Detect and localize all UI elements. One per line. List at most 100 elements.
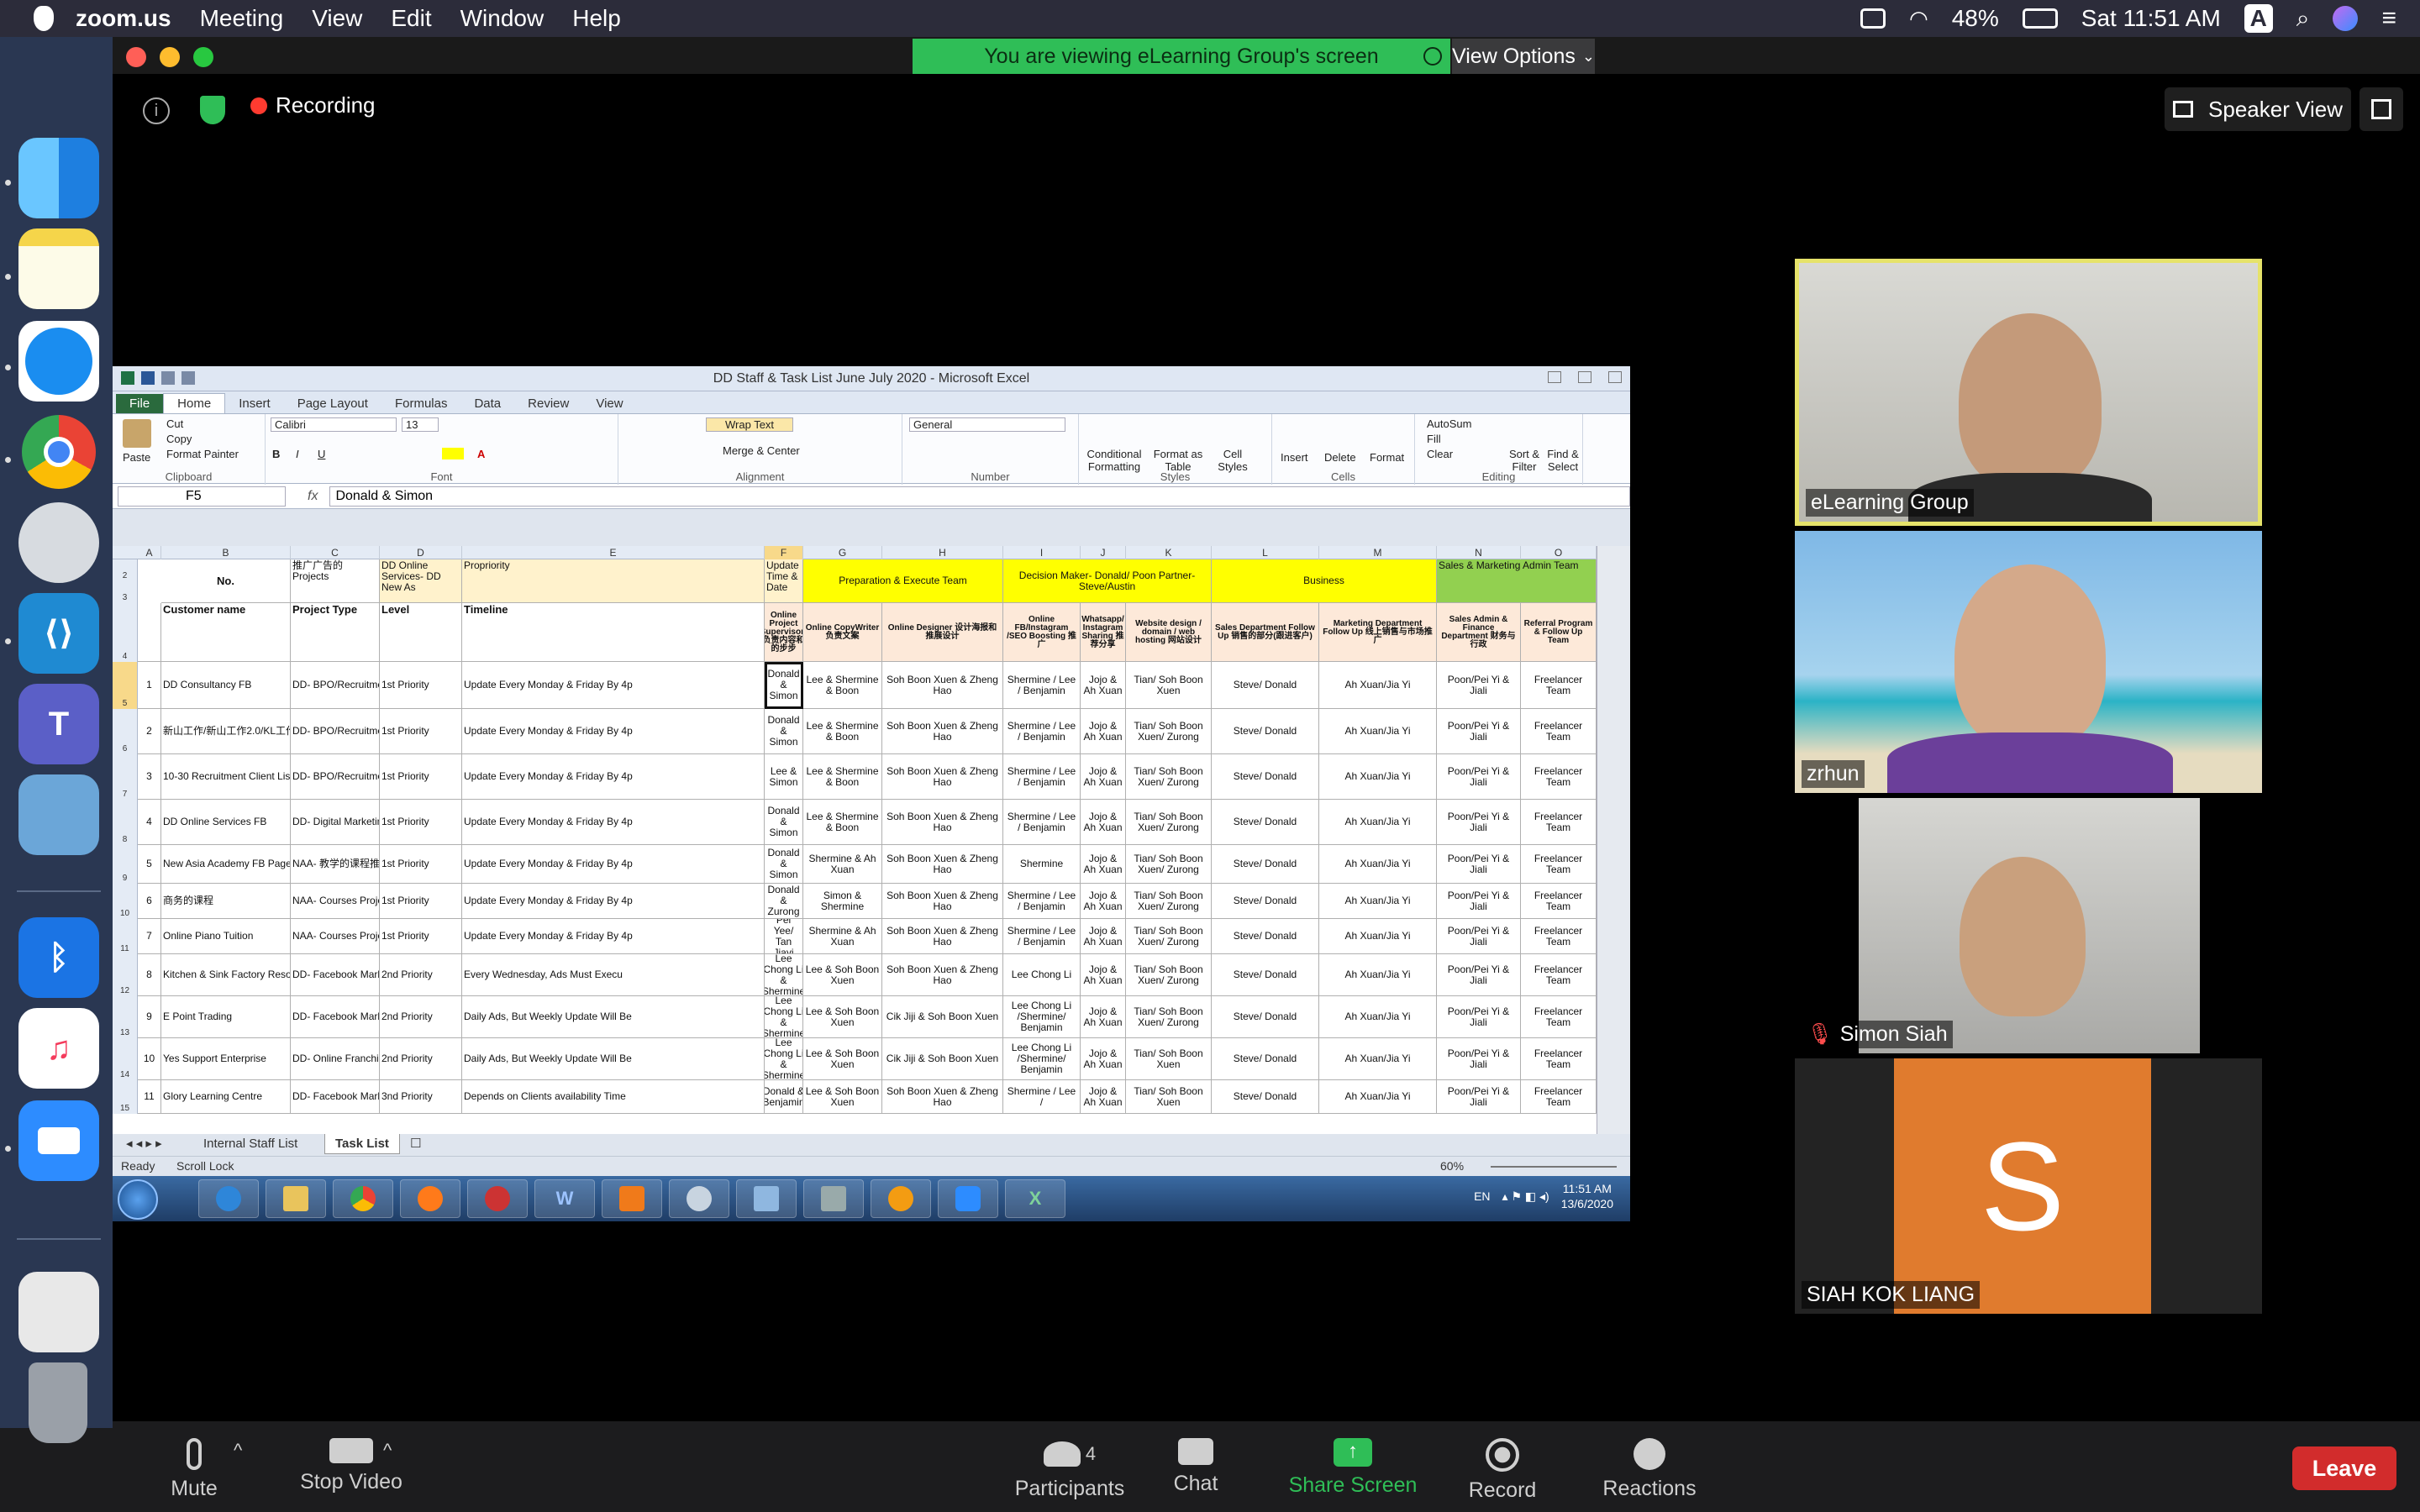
table-cell[interactable]: DD Online Services FB	[161, 800, 291, 845]
chrome-icon[interactable]	[18, 412, 99, 492]
table-cell[interactable]: Shermine / Lee /	[1003, 1080, 1081, 1114]
speaker-view-button[interactable]: Speaker View	[2165, 87, 2351, 131]
table-cell[interactable]: E Point Trading	[161, 996, 291, 1038]
table-cell[interactable]: Poon/Pei Yi & Jiali	[1437, 884, 1521, 919]
table-cell[interactable]: Donald & Simon	[765, 845, 803, 884]
fx-icon[interactable]: fx	[308, 489, 318, 504]
table-cell[interactable]: Soh Boon Xuen & Zheng Hao	[882, 954, 1003, 996]
spreadsheet-grid[interactable]: ABCDEFGHIJKLMNO No. 推广广告的Projects DD Onlin…	[113, 546, 1597, 1134]
table-cell[interactable]: Ah Xuan/Jia Yi	[1319, 1038, 1437, 1080]
column-header-d[interactable]: D	[380, 546, 462, 559]
table-cell[interactable]: Steve/ Donald	[1212, 754, 1319, 800]
row-header[interactable]: 4	[113, 603, 138, 662]
cell-header-blank[interactable]	[138, 603, 161, 662]
table-cell[interactable]: Shermine & Ah Xuan	[803, 919, 882, 954]
leave-meeting-button[interactable]: Leave	[2292, 1446, 2396, 1490]
table-cell[interactable]: Shermine / Lee / Benjamin	[1003, 884, 1081, 919]
table-cell[interactable]: Ah Xuan/Jia Yi	[1319, 709, 1437, 754]
table-cell[interactable]: Freelancer Team	[1521, 800, 1597, 845]
cell-decision-group[interactable]: Decision Maker- Donald/ Poon Partner- St…	[1003, 559, 1212, 603]
table-cell[interactable]: Jojo & Ah Xuan	[1081, 996, 1126, 1038]
table-cell[interactable]: Freelancer Team	[1521, 662, 1597, 709]
table-cell[interactable]: Steve/ Donald	[1212, 800, 1319, 845]
table-cell[interactable]: Ah Xuan/Jia Yi	[1319, 996, 1437, 1038]
table-cell[interactable]: Lee & Soh Boon Xuen	[803, 954, 882, 996]
taskbar-paint-icon[interactable]	[669, 1179, 729, 1218]
table-cell[interactable]: Steve/ Donald	[1212, 1038, 1319, 1080]
tab-data[interactable]: Data	[460, 394, 514, 413]
table-cell[interactable]: Jojo & Ah Xuan	[1081, 919, 1126, 954]
share-screen-button[interactable]: ↑ Share Screen	[1286, 1438, 1420, 1498]
table-cell[interactable]: Shermine	[1003, 845, 1081, 884]
mail-icon[interactable]	[18, 774, 99, 855]
table-cell[interactable]: Jojo & Ah Xuan	[1081, 800, 1126, 845]
table-cell[interactable]: Donald & Zurong	[765, 884, 803, 919]
name-box[interactable]: F5	[118, 486, 286, 507]
table-cell[interactable]: Donald & Benjamin	[765, 1080, 803, 1114]
table-cell[interactable]: 4	[138, 800, 161, 845]
table-cell[interactable]: Jojo & Ah Xuan	[1081, 845, 1126, 884]
column-header-b[interactable]: B	[161, 546, 291, 559]
spotlight-search-icon[interactable]: ⌕	[2296, 5, 2310, 33]
zoom-slider[interactable]	[1491, 1166, 1617, 1168]
row-header[interactable]: 7	[113, 754, 138, 800]
menu-clock[interactable]: Sat 11:51 AM	[2081, 5, 2221, 32]
table-cell[interactable]: Lee Chong Li /Shermine/ Benjamin	[1003, 996, 1081, 1038]
menu-app-name[interactable]: zoom.us	[76, 5, 171, 32]
table-cell[interactable]: Poon/Pei Yi & Jiali	[1437, 662, 1521, 709]
downloads-stack-icon[interactable]	[18, 1272, 99, 1352]
fullscreen-button[interactable]	[2360, 87, 2403, 131]
menu-meeting[interactable]: Meeting	[200, 5, 284, 32]
finder-icon[interactable]	[18, 138, 99, 218]
table-cell[interactable]: DD- BPO/Recruitment Projects	[291, 662, 380, 709]
table-cell[interactable]: Tian/ Soh Boon Xuen	[1126, 1038, 1212, 1080]
taskbar-g-app-icon[interactable]	[602, 1179, 662, 1218]
active-cell[interactable]: Donald & Simon	[765, 662, 803, 709]
sheet-tab-internal-staff[interactable]: Internal Staff List	[193, 1134, 308, 1154]
cell-header-project_type[interactable]: Project Type	[291, 603, 380, 662]
sheet-nav-arrows-icon[interactable]: ◂ ◂ ▸ ▸	[116, 1134, 172, 1154]
table-cell[interactable]: DD- Facebook Marketing & Refe	[291, 1080, 380, 1114]
table-cell[interactable]: Poon/Pei Yi & Jiali	[1437, 800, 1521, 845]
table-cell[interactable]: Tian/ Soh Boon Xuen/ Zurong	[1126, 919, 1212, 954]
table-cell[interactable]: 1st Priority	[380, 845, 462, 884]
table-cell[interactable]: NAA- 教学的课程推广	[291, 845, 380, 884]
record-button[interactable]: Record	[1460, 1438, 1544, 1503]
teams-icon[interactable]: T	[18, 684, 99, 764]
table-cell[interactable]: Soh Boon Xuen & Zheng Hao	[882, 845, 1003, 884]
banner-close-icon[interactable]	[1423, 47, 1442, 66]
zoom-window-button[interactable]	[193, 47, 213, 67]
apple-menu-icon[interactable]	[34, 6, 54, 31]
cell-projects-group[interactable]: 推广广告的Projects	[291, 559, 380, 603]
table-cell[interactable]: 2nd Priority	[380, 954, 462, 996]
cell-header-i[interactable]: Online FB/Instagram /SEO Boosting 推广	[1003, 603, 1081, 662]
table-cell[interactable]: Soh Boon Xuen & Zheng Hao	[882, 884, 1003, 919]
table-cell[interactable]: 8	[138, 954, 161, 996]
control-center-icon[interactable]: ≡	[2381, 4, 2396, 33]
table-cell[interactable]: Tian/ Soh Boon Xuen/ Zurong	[1126, 709, 1212, 754]
column-header-o[interactable]: O	[1521, 546, 1597, 559]
table-cell[interactable]: Freelancer Team	[1521, 996, 1597, 1038]
language-indicator[interactable]: EN	[1474, 1189, 1490, 1203]
table-cell[interactable]: Poon/Pei Yi & Jiali	[1437, 845, 1521, 884]
video-options-chevron-icon[interactable]: ^	[383, 1440, 392, 1462]
tableplus-elephant-icon[interactable]	[18, 502, 99, 583]
cell-header-f[interactable]: Online Project Supervisor- 负责内容和的步步	[765, 603, 803, 662]
tab-home[interactable]: Home	[163, 393, 226, 413]
italic-button[interactable]: I	[296, 448, 299, 460]
table-cell[interactable]: 6	[138, 884, 161, 919]
table-cell[interactable]: Tian/ Soh Boon Xuen/ Zurong	[1126, 954, 1212, 996]
table-cell[interactable]: Freelancer Team	[1521, 1080, 1597, 1114]
table-cell[interactable]: Poon/Pei Yi & Jiali	[1437, 709, 1521, 754]
row-header[interactable]: 3	[113, 581, 138, 603]
zoom-level[interactable]: 60%	[1440, 1159, 1464, 1173]
table-cell[interactable]: Tian/ Soh Boon Xuen/ Zurong	[1126, 884, 1212, 919]
taskbar-zoom-icon[interactable]	[938, 1179, 998, 1218]
table-cell[interactable]: Shermine / Lee / Benjamin	[1003, 754, 1081, 800]
chat-button[interactable]: Chat	[1158, 1438, 1234, 1496]
video-tile-simon-siah[interactable]: 🎙 Simon Siah	[1795, 798, 2262, 1053]
table-cell[interactable]: Ah Xuan/Jia Yi	[1319, 800, 1437, 845]
font-name-select[interactable]: Calibri	[271, 417, 397, 432]
format-as-table-button[interactable]: Format as Table	[1151, 448, 1205, 473]
table-cell[interactable]: Lee Chong Li & Shermine	[765, 1038, 803, 1080]
